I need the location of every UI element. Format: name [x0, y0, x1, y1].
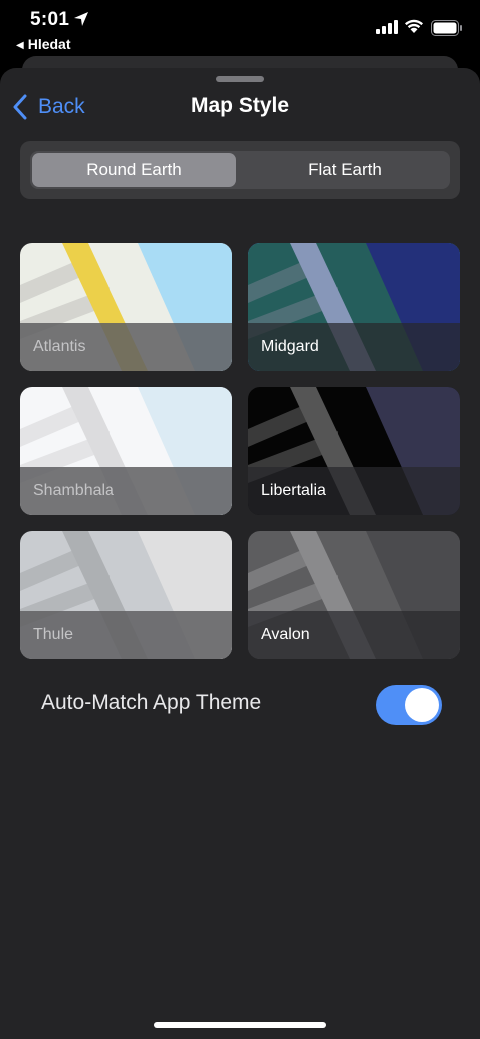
map-style-libertalia[interactable]: Libertalia — [248, 387, 460, 515]
map-style-avalon[interactable]: Avalon — [248, 531, 460, 659]
map-style-label: Thule — [20, 611, 232, 659]
toggle-knob — [405, 688, 439, 722]
map-style-atlantis[interactable]: Atlantis — [20, 243, 232, 371]
location-arrow-icon — [74, 12, 88, 26]
segment-flat-earth[interactable]: Flat Earth — [240, 151, 450, 189]
map-style-label: Libertalia — [248, 467, 460, 515]
map-style-midgard[interactable]: Midgard — [248, 243, 460, 371]
map-style-label: Midgard — [248, 323, 460, 371]
back-triangle-icon: ◀ — [16, 40, 24, 51]
page-title: Map Style — [190, 94, 290, 117]
map-style-shambhala[interactable]: Shambhala — [20, 387, 232, 515]
status-time: 5:01 — [30, 9, 70, 30]
back-app-label: Hledat — [27, 36, 71, 52]
home-indicator[interactable] — [154, 1022, 326, 1028]
wifi-icon — [405, 19, 423, 33]
battery-icon — [431, 20, 462, 36]
cellular-signal-icon — [376, 20, 398, 34]
auto-match-toggle[interactable] — [376, 685, 442, 725]
map-style-label: Atlantis — [20, 323, 232, 371]
earth-type-segmented-control: Round Earth Flat Earth — [20, 141, 460, 199]
auto-match-label: Auto-Match App Theme — [41, 691, 262, 714]
back-to-app-link[interactable]: ◀ Hledat — [16, 36, 71, 52]
status-bar: 5:01 ◀ Hledat — [0, 0, 480, 56]
map-style-label: Shambhala — [20, 467, 232, 515]
segment-round-earth[interactable]: Round Earth — [32, 153, 236, 187]
map-style-thule[interactable]: Thule — [20, 531, 232, 659]
map-style-label: Avalon — [248, 611, 460, 659]
segment-track: Round Earth Flat Earth — [30, 151, 450, 189]
sheet-grabber[interactable] — [216, 76, 264, 82]
map-style-sheet: Back Map Style Round Earth Flat Earth At… — [0, 68, 480, 1039]
